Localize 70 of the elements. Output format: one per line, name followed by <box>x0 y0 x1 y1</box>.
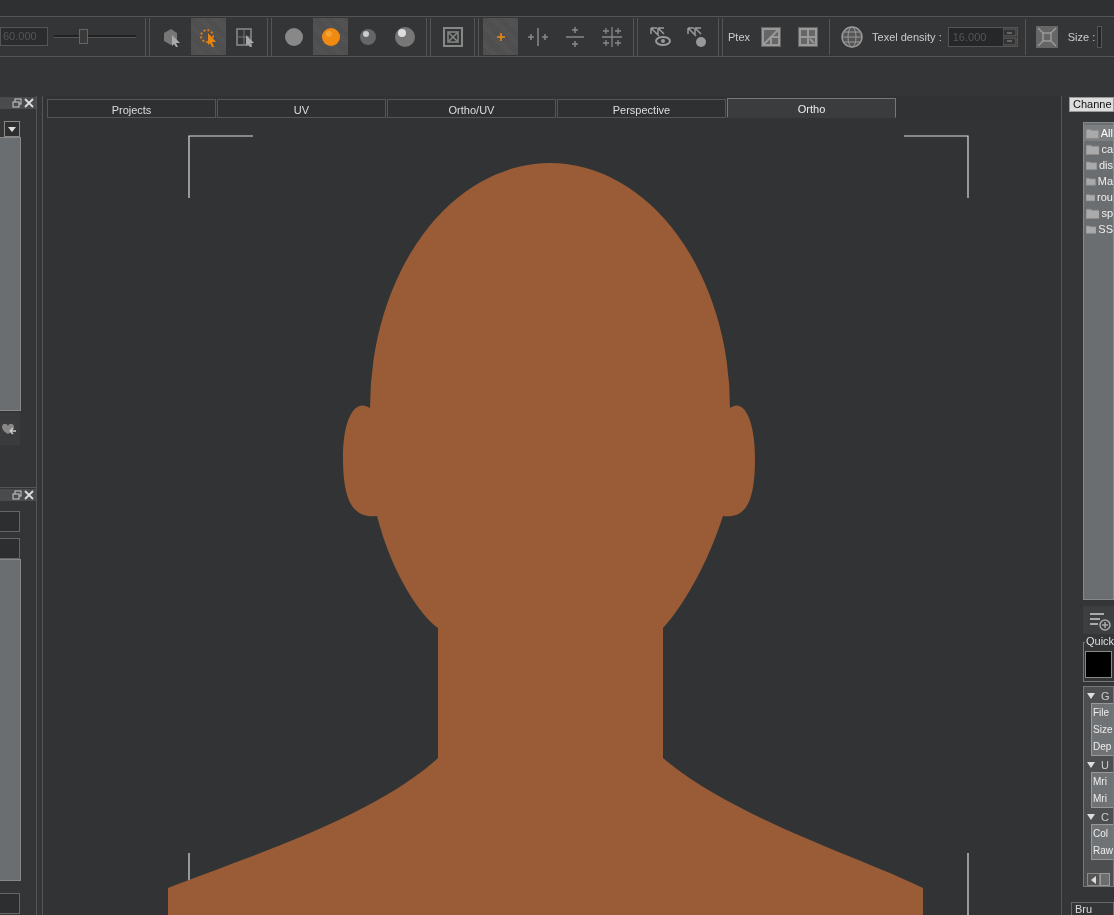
quick-label: Quick <box>1085 634 1114 647</box>
view-tab[interactable]: Projects <box>47 99 216 118</box>
brush-tab[interactable]: Bru <box>1071 902 1114 915</box>
dropdown-button[interactable] <box>4 121 20 137</box>
left-arrow-icon <box>1091 875 1096 884</box>
quad-square-icon <box>795 24 820 49</box>
scroll-thumb[interactable] <box>1100 873 1110 886</box>
folder-icon <box>1086 143 1100 155</box>
close-button[interactable] <box>24 490 34 500</box>
property-label: Mri <box>1092 774 1108 789</box>
channel-item[interactable]: ca <box>1084 141 1113 157</box>
channel-item[interactable]: dis <box>1084 157 1113 173</box>
section-header[interactable]: U <box>1087 757 1113 772</box>
size-field[interactable] <box>1097 25 1103 48</box>
folder-icon <box>1086 159 1097 171</box>
close-button[interactable] <box>24 98 34 108</box>
texel-density-label: Texel density : <box>872 30 942 43</box>
property-label: File <box>1092 705 1111 720</box>
arrows-dot-icon <box>684 24 709 49</box>
section-header[interactable]: G <box>1087 688 1113 703</box>
channel-item[interactable]: SS <box>1084 221 1113 237</box>
restore-button[interactable] <box>12 490 22 500</box>
panel-button[interactable] <box>0 893 20 914</box>
property-label: Size <box>1092 722 1113 737</box>
view-tab[interactable]: UV <box>217 99 386 118</box>
scroll-left-button[interactable] <box>1087 873 1100 886</box>
gloss-sphere-icon <box>392 24 417 49</box>
caret-icon <box>7 125 17 133</box>
channels-tab[interactable]: Channe <box>1069 97 1114 112</box>
panel-button[interactable] <box>0 538 20 559</box>
add-channel-button[interactable] <box>1083 606 1114 634</box>
channel-item[interactable]: sp <box>1084 205 1113 221</box>
panel-button[interactable] <box>0 511 20 532</box>
close-icon <box>24 98 34 108</box>
view-tab[interactable]: Ortho/UV <box>387 99 556 118</box>
property-label: Col <box>1092 826 1109 841</box>
folder-icon <box>1086 127 1099 139</box>
plus-icon <box>496 32 505 41</box>
color-swatch[interactable] <box>1085 650 1112 678</box>
folder-icon <box>1086 223 1097 235</box>
globe-icon <box>839 24 864 49</box>
size-label: Size : <box>1067 30 1096 43</box>
channel-item[interactable]: Ma <box>1084 173 1113 189</box>
arrows-eye-icon <box>647 24 672 49</box>
folder-icon <box>1086 175 1096 187</box>
property-label: Raw <box>1092 843 1113 858</box>
triangle-icon <box>1087 813 1095 820</box>
tool-button[interactable] <box>313 18 348 55</box>
folder-icon <box>1086 207 1100 219</box>
channel-item[interactable]: All <box>1084 125 1113 141</box>
spin-arrows-icon <box>1002 27 1017 46</box>
channel-item[interactable]: rou <box>1084 189 1113 205</box>
heart-button[interactable] <box>0 413 20 445</box>
property-label: Dep <box>1092 739 1113 754</box>
view-tab[interactable]: Perspective <box>557 99 726 118</box>
triangle-icon <box>1087 761 1095 768</box>
property-label: Mri <box>1092 791 1108 806</box>
restore-button[interactable] <box>12 98 22 108</box>
split-square-icon <box>758 24 783 49</box>
frame-corners-icon <box>1035 24 1060 49</box>
slider-thumb[interactable] <box>78 29 88 44</box>
boxed-cross-icon <box>440 24 465 49</box>
folder-icon <box>1086 191 1096 203</box>
mirror-xy-icon <box>599 24 624 49</box>
section-header[interactable]: C <box>1087 809 1113 824</box>
close-icon <box>24 490 34 500</box>
view-tab[interactable]: Ortho <box>727 98 896 118</box>
ptex-label: Ptex <box>728 30 750 43</box>
heart-arrow-icon <box>0 421 17 437</box>
triangle-icon <box>1087 692 1095 699</box>
